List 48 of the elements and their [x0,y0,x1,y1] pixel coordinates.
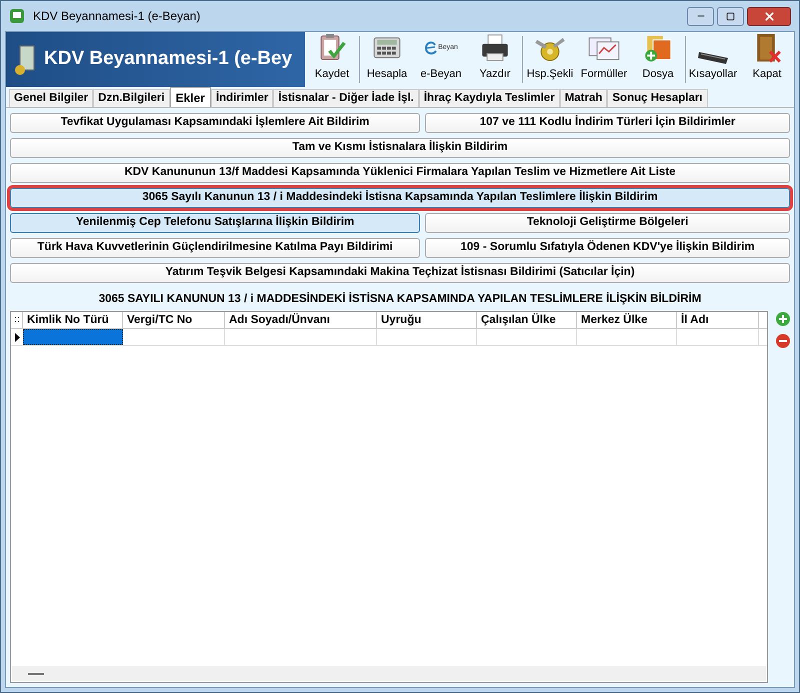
delete-row-button[interactable] [776,334,790,348]
form-button[interactable]: Tevfikat Uygulaması Kapsamındaki İşlemlere Ait Bildirim [10,113,420,133]
toolbar-button[interactable]: Hsp.Şekli [523,32,577,87]
column-header[interactable]: Adı Soyadı/Ünvanı [225,312,377,328]
toolbar-button[interactable]: Kapat [740,32,794,87]
form-button[interactable]: 109 - Sorumlu Sıfatıyla Ödenen KDV'ye İlişkin Bildirim [425,238,790,258]
tab[interactable]: İstisnalar - Diğer İade İşl. [273,89,419,107]
form-button[interactable]: KDV Kanununun 13/f Maddesi Kapsamında Yüklenici Firmalara Yapılan Teslim ve Hizmetlere Ait Liste [10,163,790,183]
column-header[interactable]: Merkez Ülke [577,312,677,328]
column-header[interactable]: Vergi/TC No [123,312,225,328]
column-header[interactable]: İl Adı [677,312,759,328]
tab[interactable]: Genel Bilgiler [9,89,94,107]
plus-icon [779,315,787,324]
column-header[interactable]: Uyruğu [377,312,477,328]
banner-title: KDV Beyannamesi-1 (e-Bey [44,47,292,72]
tab[interactable]: Ekler [170,87,211,107]
toolbar-button[interactable]: Kısayollar [686,32,740,87]
maximize-icon [726,12,735,20]
toolbar-button[interactable]: Kaydet [305,32,359,87]
app-icon [9,8,25,24]
toolbar-button[interactable]: Formüller [577,32,631,87]
close-button[interactable] [747,6,791,26]
tab[interactable]: Dzn.Bilgileri [93,89,170,107]
form-button[interactable]: Yatırım Teşvik Belgesi Kapsamındaki Makina Teçhizat İstisnası Bildirimi (Satıcılar İçin) [10,263,790,283]
dash-icon [28,672,44,674]
tab[interactable]: İhraç Kaydıyla Teslimler [418,89,560,107]
tab[interactable]: İndirimler [210,89,274,107]
toolbar-button[interactable]: Yazdır [468,32,522,87]
form-button[interactable]: 3065 Sayılı Kanunun 13 / i Maddesindeki İstisna Kapsamında Yapılan Teslimlere İlişkin Bildirim [10,188,790,208]
form-button[interactable]: Tam ve Kısmı İstisnalara İlişkin Bildirim [10,138,790,158]
form-button[interactable]: Türk Hava Kuvvetlerinin Güçlendirilmesine Katılma Payı Bildirimi [10,238,420,258]
form-button[interactable]: Teknoloji Geliştirme Bölgeleri [425,213,790,233]
window-title: KDV Beyannamesi-1 (e-Beyan) [33,8,200,25]
close-icon [762,10,776,22]
form-button[interactable]: Yenilenmiş Cep Telefonu Satışlarına İlişkin Bildirim [10,213,420,233]
keyboard-icon [698,52,728,64]
table-cell[interactable] [23,329,123,346]
tab[interactable]: Matrah [560,89,608,107]
column-header[interactable]: Kimlik No Türü [23,312,123,328]
column-header[interactable]: Çalışılan Ülke [477,312,577,328]
toolbar-button[interactable]: Dosya [631,32,685,87]
maximize-button[interactable] [717,6,744,26]
printer-icon [479,32,511,64]
toolbar-button[interactable]: Hesapla [360,32,414,87]
form-button[interactable]: 107 ve 111 Kodlu İndirim Türleri İçin Bildirimler [425,113,790,133]
grid-title: 3065 SAYILI KANUNUN 13 / i MADDESİNDEKİ İSTİSNA KAPSAMINDA YAPILAN TESLİMLERE İLİŞKİN BİLDİRİM [98,291,702,307]
add-row-button[interactable] [776,312,790,326]
tab[interactable]: Sonuç Hesapları [607,89,708,107]
